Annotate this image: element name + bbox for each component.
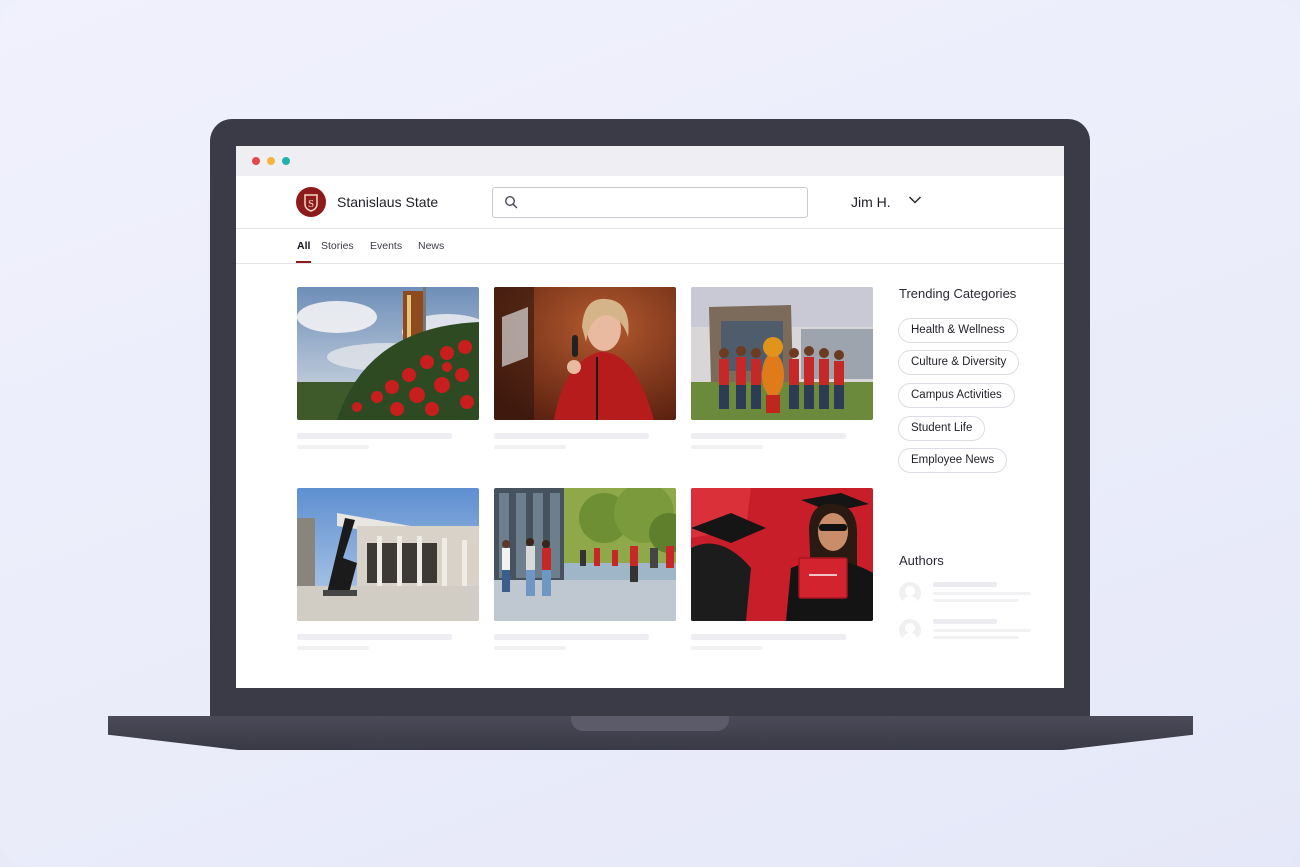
user-menu-name[interactable]: Jim H. (851, 194, 891, 210)
meta-placeholder (297, 646, 369, 650)
category-chip-culture-diversity[interactable]: Culture & Diversity (898, 350, 1020, 375)
search-input[interactable] (492, 187, 808, 218)
story-card[interactable] (297, 488, 479, 650)
meta-placeholder (691, 646, 763, 650)
university-logo-icon[interactable]: S (296, 187, 326, 217)
laptop-screen: S Stanislaus State Jim H. All Stories Ev… (236, 146, 1064, 688)
category-chip-employee-news[interactable]: Employee News (898, 448, 1008, 473)
content-tabs: All Stories Events News (236, 229, 1064, 264)
minimize-window-dot[interactable] (267, 157, 275, 165)
meta-placeholder (297, 445, 369, 449)
title-placeholder (691, 634, 846, 640)
story-card[interactable] (494, 488, 676, 650)
title-placeholder (494, 634, 649, 640)
brand-name[interactable]: Stanislaus State (337, 194, 438, 210)
story-card[interactable] (297, 287, 479, 449)
tab-events[interactable]: Events (370, 240, 402, 252)
chevron-down-icon[interactable] (908, 195, 922, 205)
sculpture-building-photo (297, 488, 479, 621)
story-card[interactable] (691, 488, 873, 650)
laptop-notch (571, 716, 729, 731)
title-placeholder (297, 433, 452, 439)
story-card[interactable] (494, 287, 676, 449)
tab-news[interactable]: News (418, 240, 444, 252)
author-item[interactable] (899, 580, 1039, 608)
meta-placeholder (691, 445, 763, 449)
story-card[interactable] (691, 287, 873, 449)
category-chip-health-wellness[interactable]: Health & Wellness (898, 318, 1018, 343)
title-placeholder (297, 634, 452, 640)
students-walking-photo (494, 488, 676, 621)
svg-text:S: S (308, 198, 314, 210)
tab-stories[interactable]: Stories (321, 240, 354, 252)
campus-banner-flowers-photo (297, 287, 479, 420)
browser-chrome (236, 146, 1064, 176)
authors-title: Authors (899, 553, 944, 568)
title-placeholder (494, 433, 649, 439)
avatar (899, 582, 921, 604)
students-with-mascot-photo (691, 287, 873, 420)
site-header: S Stanislaus State Jim H. (236, 176, 1064, 229)
category-chip-campus-activities[interactable]: Campus Activities (898, 383, 1015, 408)
search-icon (504, 195, 518, 209)
maximize-window-dot[interactable] (282, 157, 290, 165)
graduate-with-diploma-photo (691, 488, 873, 621)
author-item[interactable] (899, 617, 1039, 645)
active-tab-indicator (296, 261, 311, 263)
title-placeholder (691, 433, 846, 439)
category-chip-student-life[interactable]: Student Life (898, 416, 986, 441)
meta-placeholder (494, 646, 566, 650)
avatar (899, 619, 921, 641)
tab-all[interactable]: All (297, 240, 310, 252)
meta-placeholder (494, 445, 566, 449)
speaker-at-podium-photo (494, 287, 676, 420)
trending-categories-title: Trending Categories (899, 286, 1017, 301)
close-window-dot[interactable] (252, 157, 260, 165)
